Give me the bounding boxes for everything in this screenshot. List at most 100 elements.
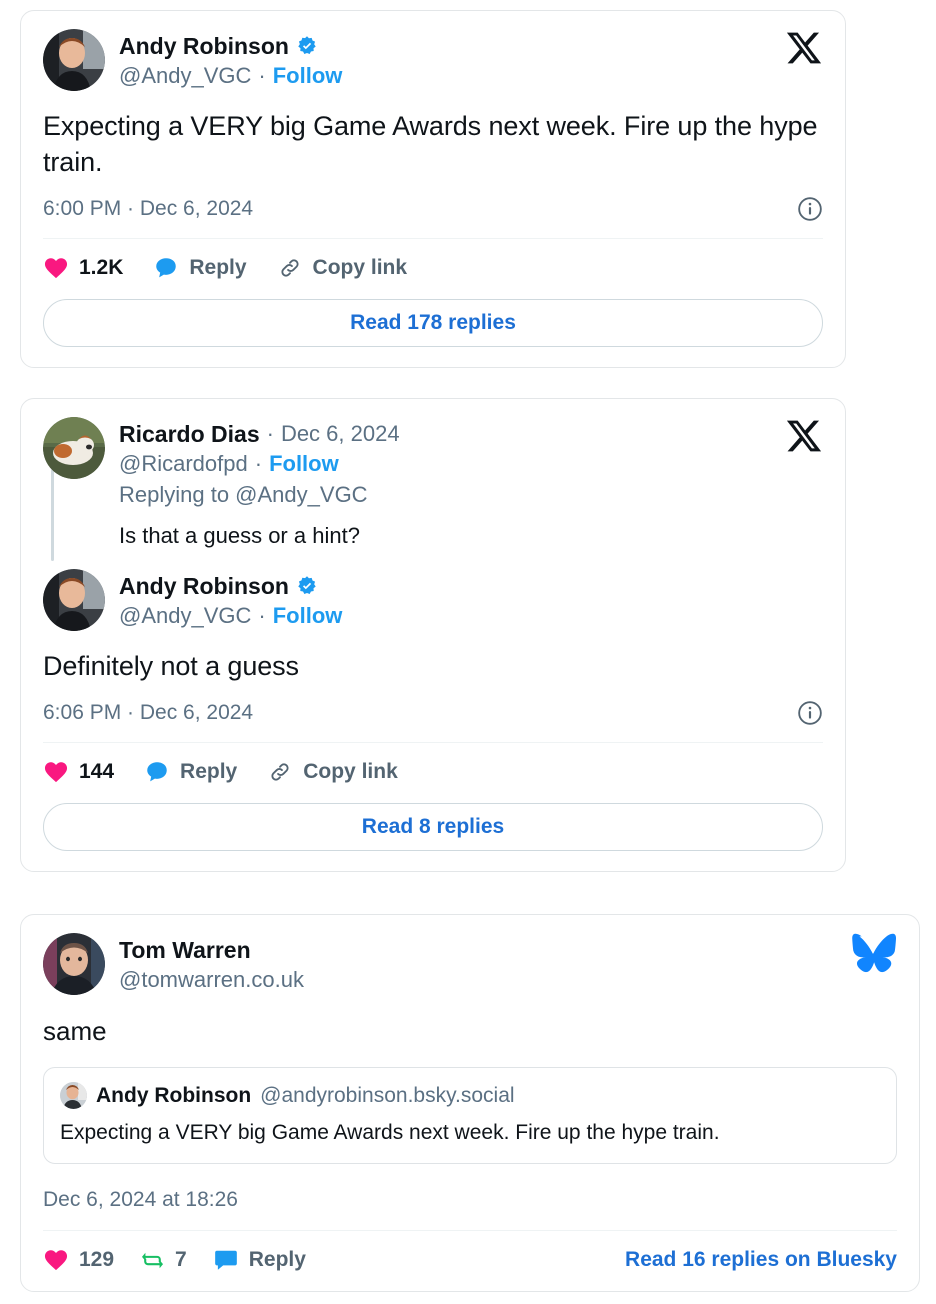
read-replies-button[interactable]: Read 8 replies: [43, 803, 823, 852]
quoted-author-handle: @andyrobinson.bsky.social: [260, 1083, 515, 1107]
post-text: Expecting a VERY big Game Awards next we…: [43, 111, 818, 177]
copy-link-action[interactable]: Copy link: [277, 255, 408, 281]
quoted-post[interactable]: Andy Robinson @andyrobinson.bsky.social …: [43, 1067, 897, 1165]
author-block: Tom Warren @tomwarren.co.uk: [119, 933, 304, 995]
avatar[interactable]: [43, 29, 105, 91]
bluesky-butterfly-icon[interactable]: [849, 933, 897, 977]
card-gap: [20, 872, 920, 914]
x-logo-icon[interactable]: [785, 29, 823, 67]
x-post-card-2: Ricardo Dias · Dec 6, 2024 @Ricardofpd ·…: [20, 398, 846, 873]
author-handle-line: @Andy_VGC · Follow: [119, 61, 342, 91]
separator-dot: ·: [258, 63, 266, 89]
timestamp-row: 6:00 PM · Dec 6, 2024: [43, 196, 823, 222]
reply-label: Reply: [189, 256, 247, 280]
author-handle: @Andy_VGC: [119, 602, 252, 628]
quoted-post-header: Andy Robinson @andyrobinson.bsky.social: [60, 1082, 880, 1110]
thread-author-name-line: Ricardo Dias · Dec 6, 2024: [119, 420, 400, 448]
thread-reply-text: Is that a guess or a hint?: [119, 522, 360, 548]
like-count: 129: [79, 1248, 115, 1272]
action-bar: 129 7 Reply Read 16 replies on Bluesky: [43, 1247, 897, 1273]
replying-to-label: Replying to @Andy_VGC: [119, 481, 368, 507]
author-name: Andy Robinson: [119, 33, 289, 59]
thread-date: Dec 6, 2024: [280, 420, 400, 446]
info-circle-icon[interactable]: [797, 196, 823, 222]
repost-action[interactable]: 7: [140, 1248, 187, 1273]
avatar[interactable]: [43, 417, 105, 480]
heart-icon: [44, 762, 68, 783]
divider: [43, 238, 823, 240]
divider: [43, 742, 823, 744]
x-post-card-1: Andy Robinson @Andy_VGC · Follow Expecti…: [20, 10, 846, 369]
repost-count: 7: [175, 1248, 187, 1272]
reply-bubble-icon: [147, 762, 167, 782]
author-handle-line: @Andy_VGC · Follow: [119, 601, 342, 631]
link-icon: [271, 763, 289, 781]
follow-link[interactable]: Follow: [269, 449, 339, 479]
copy-link-action[interactable]: Copy link: [267, 759, 398, 785]
bluesky-post-card: Tom Warren @tomwarren.co.uk same Andy Ro…: [20, 914, 920, 1293]
follow-link[interactable]: Follow: [273, 601, 343, 631]
link-icon: [281, 259, 299, 277]
embedded-posts-page: Andy Robinson @Andy_VGC · Follow Expecti…: [0, 0, 936, 1300]
author-name-line: Andy Robinson: [119, 32, 342, 60]
post-header: Andy Robinson @Andy_VGC · Follow: [43, 568, 823, 631]
heart-icon: [44, 1250, 68, 1271]
read-replies-button[interactable]: Read 178 replies: [43, 299, 823, 348]
repost-icon: [142, 1252, 164, 1269]
reply-action[interactable]: Reply: [144, 759, 237, 785]
post-timestamp: 6:06 PM · Dec 6, 2024: [43, 701, 254, 725]
thread-author-handle-line: @Ricardofpd · Follow: [119, 449, 400, 479]
like-count: 1.2K: [79, 256, 124, 280]
avatar[interactable]: [43, 568, 105, 631]
verified-badge-icon: [298, 36, 316, 54]
copy-link-label: Copy link: [303, 760, 398, 784]
author-block: Andy Robinson @Andy_VGC · Follow: [119, 29, 342, 91]
reply-bubble-icon: [156, 258, 177, 278]
thread-author-block: Ricardo Dias · Dec 6, 2024 @Ricardofpd ·…: [119, 417, 400, 511]
thread-author-handle: @Ricardofpd: [119, 451, 248, 477]
thread-author-name: Ricardo Dias: [119, 421, 260, 448]
timestamp-row: 6:06 PM · Dec 6, 2024: [43, 700, 823, 726]
post-header: Tom Warren @tomwarren.co.uk: [43, 933, 897, 996]
action-bar: 144 Reply Copy link: [43, 759, 823, 785]
quoted-author-name: Andy Robinson: [96, 1083, 252, 1107]
info-circle-icon[interactable]: [797, 700, 823, 726]
card-gap: [20, 368, 920, 398]
follow-link[interactable]: Follow: [273, 61, 343, 91]
verified-badge-icon: [298, 575, 316, 594]
thread-reply-header: Ricardo Dias · Dec 6, 2024 @Ricardofpd ·…: [43, 417, 823, 511]
post-timestamp: 6:00 PM · Dec 6, 2024: [43, 197, 254, 221]
author-handle-line: @tomwarren.co.uk: [119, 965, 304, 995]
author-handle: @tomwarren.co.uk: [119, 967, 304, 993]
post-timestamp: Dec 6, 2024 at 18:26: [43, 1188, 238, 1212]
heart-icon: [44, 258, 68, 279]
quoted-post-text: Expecting a VERY big Game Awards next we…: [60, 1121, 720, 1145]
author-name: Andy Robinson: [119, 572, 289, 599]
reply-bubble-icon: [214, 1251, 237, 1271]
separator-dot: ·: [266, 420, 274, 446]
action-bar: 1.2K Reply Copy link: [43, 255, 823, 281]
reply-action[interactable]: Reply: [153, 255, 247, 281]
like-action[interactable]: 129: [43, 1247, 114, 1273]
quoted-avatar: [60, 1082, 87, 1110]
like-action[interactable]: 1.2K: [43, 255, 123, 281]
avatar[interactable]: [43, 933, 105, 996]
author-handle: @Andy_VGC: [119, 63, 252, 89]
author-block: Andy Robinson @Andy_VGC · Follow: [119, 569, 342, 631]
copy-link-label: Copy link: [312, 256, 408, 280]
read-replies-link[interactable]: Read 16 replies on Bluesky: [625, 1248, 897, 1272]
post-text: same: [43, 1016, 107, 1047]
separator-dot: ·: [254, 451, 263, 477]
author-name: Tom Warren: [119, 937, 251, 964]
like-count: 144: [79, 760, 115, 784]
post-text: Definitely not a guess: [43, 650, 299, 681]
like-action[interactable]: 144: [43, 759, 114, 785]
post-header: Andy Robinson @Andy_VGC · Follow: [43, 29, 823, 91]
reply-label: Reply: [248, 1248, 306, 1272]
action-group: 129 7 Reply: [43, 1247, 306, 1273]
divider: [43, 1230, 897, 1232]
reply-label: Reply: [180, 760, 238, 784]
x-logo-icon[interactable]: [785, 417, 823, 455]
author-name-line: Andy Robinson: [119, 572, 342, 600]
reply-action[interactable]: Reply: [213, 1247, 306, 1273]
